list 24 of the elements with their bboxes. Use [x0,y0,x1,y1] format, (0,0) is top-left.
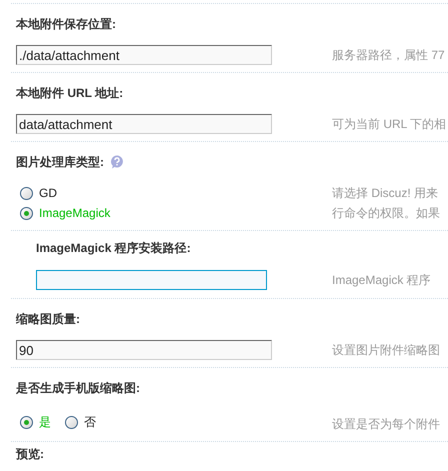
radio-button[interactable] [20,206,33,220]
radio-option[interactable]: GD [20,183,110,203]
text-field[interactable] [36,270,267,290]
hint-text: 行命令的权限。如果 [332,205,441,222]
hint-text: ImageMagick 程序 [332,272,432,289]
field-label: ImageMagick 程序安装路径: [36,240,191,257]
radio-button[interactable] [20,186,33,200]
field-label: 是否生成手机版缩略图: [16,380,140,397]
hint-text: 请选择 Discuz! 用来 [332,185,440,202]
hint-text: 设置图片附件缩略图 [332,342,441,359]
field-label: 预览: [16,446,44,463]
field-label: 缩略图质量: [16,311,80,328]
hint-text: 可为当前 URL 下的相 [332,116,448,133]
radio-button[interactable] [65,416,78,428]
hint-text: 设置是否为每个附件 [332,416,441,433]
field-label: 本地附件 URL 地址: [16,85,124,102]
field-label: 图片处理库类型: [16,154,104,171]
text-field[interactable]: 90 [16,340,272,360]
text-field[interactable]: ./data/attachment [16,45,272,65]
text-field[interactable]: data/attachment [16,114,272,134]
field-label: 本地附件保存位置: [16,16,116,33]
radio-button[interactable] [20,416,33,428]
radio-option[interactable]: 否 [65,412,96,432]
hint-text: 服务器路径，属性 77 [332,47,446,64]
